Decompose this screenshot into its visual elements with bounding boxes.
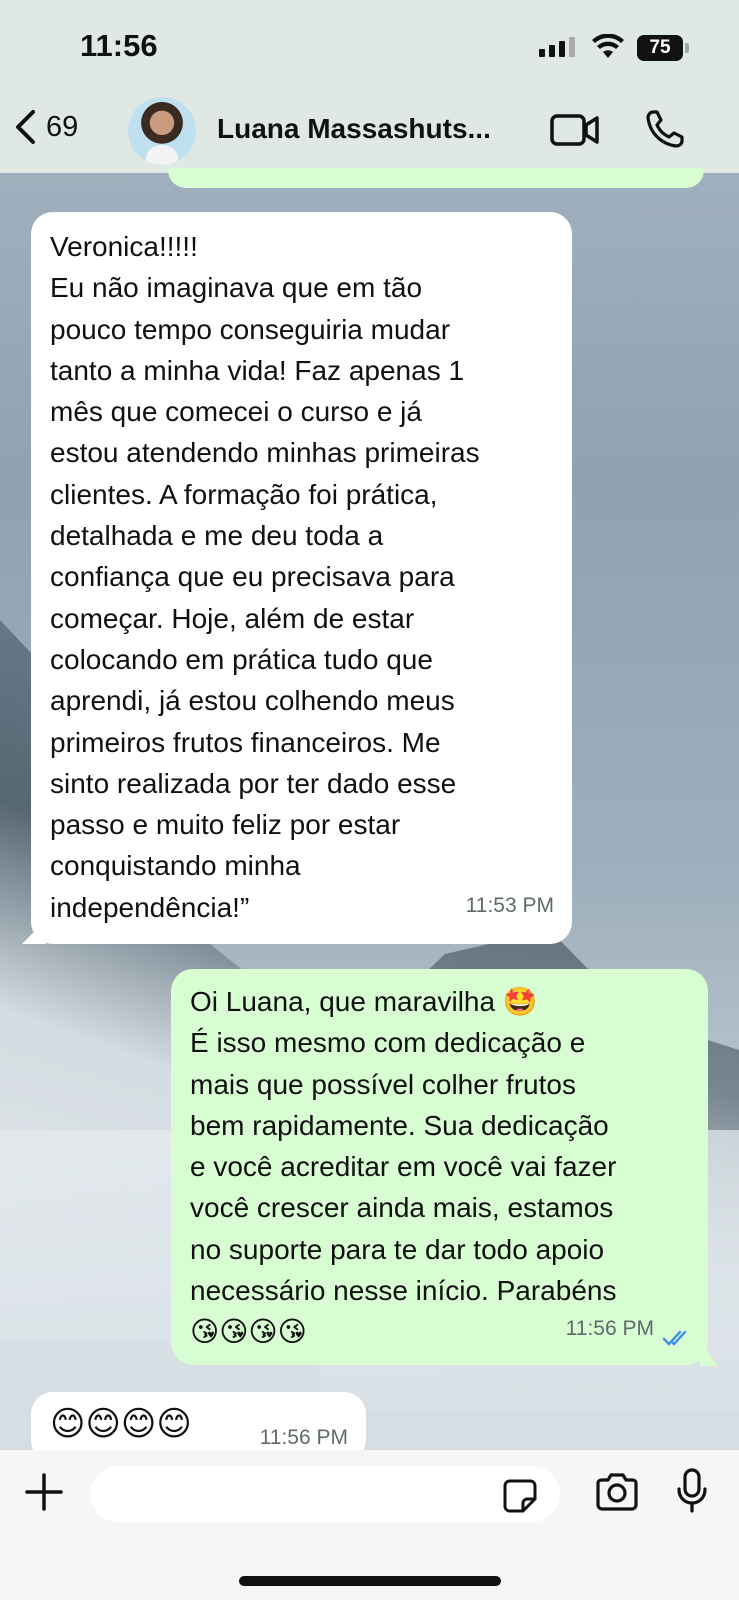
battery-tip — [685, 43, 689, 53]
incoming-message[interactable]: Veronica!!!!! Eu não imaginava que em tã… — [31, 212, 572, 944]
status-bar: 11:56 75 — [0, 0, 739, 95]
contact-name[interactable]: Luana Massashuts... — [217, 113, 527, 145]
home-indicator[interactable] — [239, 1576, 501, 1586]
previous-message-bubble — [168, 168, 704, 188]
message-text: Oi Luana, que maravilha 🤩 É isso mesmo c… — [190, 986, 617, 1348]
video-call-icon[interactable] — [550, 113, 600, 147]
microphone-icon[interactable] — [676, 1468, 708, 1514]
composer-bar — [0, 1450, 739, 1600]
status-time: 11:56 — [80, 28, 158, 63]
plus-icon[interactable] — [24, 1472, 64, 1512]
message-text: Veronica!!!!! Eu não imaginava que em tã… — [50, 231, 480, 923]
avatar-shirt — [146, 145, 178, 165]
avatar[interactable] — [128, 97, 196, 165]
message-time: 11:56 PM — [565, 1316, 654, 1340]
read-ticks-icon — [662, 1330, 687, 1346]
unread-count: 69 — [46, 110, 79, 143]
sticker-icon[interactable] — [502, 1478, 538, 1514]
chevron-left-icon — [16, 110, 35, 144]
message-time: 11:53 PM — [465, 893, 554, 917]
wifi-icon — [592, 34, 624, 58]
chat-header: 69 Luana Massashuts... — [0, 95, 739, 173]
cellular-signal-icon — [539, 37, 575, 57]
battery-icon: 75 — [637, 35, 683, 61]
outgoing-message[interactable]: Oi Luana, que maravilha 🤩 É isso mesmo c… — [171, 969, 708, 1365]
back-button[interactable]: 69 — [14, 109, 78, 145]
camera-icon[interactable] — [594, 1472, 640, 1512]
phone-call-icon[interactable] — [645, 109, 685, 149]
message-input[interactable] — [90, 1466, 560, 1522]
